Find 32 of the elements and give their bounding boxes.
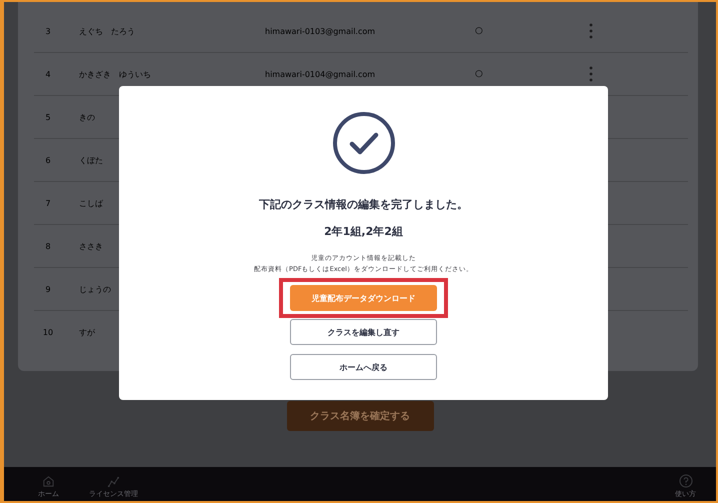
student-name: こしば bbox=[79, 198, 104, 208]
home-icon bbox=[42, 475, 55, 488]
row-number: 4 bbox=[44, 70, 52, 78]
student-email: himawari-0103@gmail.com bbox=[265, 26, 376, 36]
row-number: 9 bbox=[44, 284, 52, 294]
dialog-title: 下記のクラス情報の編集を完了しました。 bbox=[259, 197, 468, 212]
student-name: えぐち たろう bbox=[79, 26, 136, 36]
line-chart-icon bbox=[107, 475, 120, 488]
row-number: 6 bbox=[44, 156, 52, 164]
help-icon bbox=[678, 474, 692, 488]
dialog-button[interactable]: ホームへ戻る bbox=[290, 354, 437, 380]
status-mark: ○ bbox=[475, 69, 484, 79]
student-name: じょうの bbox=[79, 284, 112, 294]
student-name: かきざき ゆういち bbox=[79, 68, 152, 80]
download-button[interactable]: 児童配布データダウンロード bbox=[290, 285, 437, 311]
student-name: きの bbox=[79, 112, 96, 122]
row-number: 7 bbox=[44, 198, 52, 208]
check-circle-icon bbox=[332, 111, 396, 175]
row-number: 8 bbox=[44, 242, 52, 250]
dialog-button[interactable]: クラスを編集し直す bbox=[290, 319, 437, 345]
more-icon bbox=[589, 23, 593, 39]
row-number: 3 bbox=[44, 26, 52, 36]
more-icon bbox=[589, 66, 593, 82]
student-name: ささき bbox=[79, 240, 104, 252]
row-number: 5 bbox=[44, 112, 52, 122]
student-name: くぼた bbox=[79, 154, 104, 166]
student-email: himawari-0104@gmail.com bbox=[265, 70, 376, 78]
student-name: すが bbox=[79, 326, 96, 338]
row-number: 10 bbox=[42, 328, 54, 336]
class-names: 2年1組,2年2組 bbox=[324, 224, 403, 239]
status-mark: ○ bbox=[475, 26, 484, 36]
confirm-button[interactable]: クラス名簿を確定する bbox=[286, 401, 434, 431]
